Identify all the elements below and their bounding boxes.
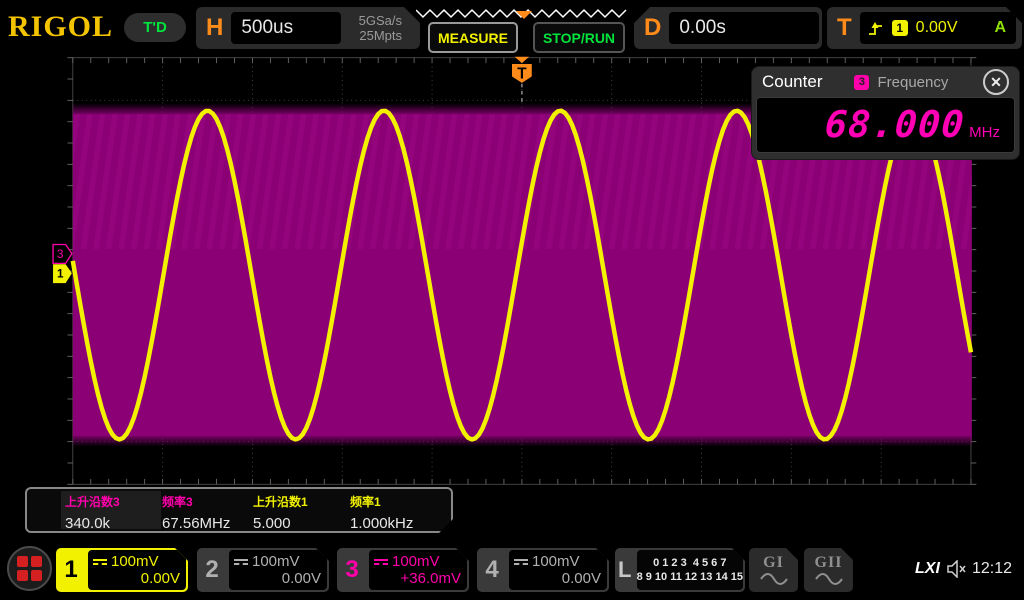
main-menu-button[interactable]	[7, 546, 52, 591]
sine-icon	[814, 572, 844, 586]
channel1-box[interactable]: 1 100mV 0.00V	[56, 548, 188, 592]
timebase-value: 500us	[231, 12, 341, 44]
delay-label: D	[634, 14, 669, 42]
logic-channel-list: 0 1 2 3 4 5 6 7 8 9 10 11 12 13 14 15	[637, 550, 743, 590]
measurement-item: 上升沿数3 340.0k	[65, 493, 160, 532]
memory-position-indicator[interactable]	[416, 2, 634, 22]
counter-source-badge: 3	[854, 75, 869, 90]
dc-coupling-icon	[234, 557, 248, 567]
channel3-number: 3	[337, 548, 367, 592]
trigger-sweep-mode: A	[994, 19, 1008, 37]
trigger-source-badge: 1	[892, 20, 908, 36]
channel3-position-marker[interactable]: 3	[53, 245, 72, 264]
measurement-item: 频率3 67.56MHz	[162, 493, 257, 532]
channel1-scale: 100mV	[111, 553, 159, 570]
counter-value: 68.000	[823, 98, 966, 152]
dc-coupling-icon	[514, 557, 528, 567]
trigger-label: T	[827, 14, 860, 42]
trigger-level-value: 0.00V	[916, 19, 987, 37]
generator2-button[interactable]: GII	[804, 548, 853, 592]
bottom-bar: 1 100mV 0.00V 2 100mV 0.00V 3 100mV +36.…	[0, 540, 1024, 600]
sine-icon	[759, 572, 789, 586]
svg-text:1: 1	[57, 268, 64, 281]
delay-panel[interactable]: D 0.00s	[634, 7, 822, 49]
measurement-item: 上升沿数1 5.000	[253, 493, 348, 532]
measurement-panel[interactable]: 上升沿数3 340.0k 频率3 67.56MHz 上升沿数1 5.000 频率…	[25, 487, 453, 533]
rising-edge-icon	[868, 21, 884, 36]
delay-value: 0.00s	[669, 12, 819, 44]
dc-coupling-icon	[374, 557, 388, 567]
svg-text:T: T	[517, 65, 527, 82]
counter-panel[interactable]: Counter 3 Frequency ✕ 68.000 MHz	[751, 66, 1020, 160]
trigger-position-marker[interactable]: T	[512, 57, 532, 106]
counter-readout: 68.000 MHz	[756, 97, 1015, 153]
lxi-logo: LXI	[915, 560, 940, 578]
channel3-scale: 100mV	[392, 553, 440, 570]
counter-unit: MHz	[969, 124, 1000, 141]
top-bar: RIGOL T'D H 500us 5GSa/s 25Mpts MEASURE …	[0, 0, 1024, 55]
logic-analyzer-box[interactable]: L 0 1 2 3 4 5 6 7 8 9 10 11 12 13 14 15	[615, 548, 745, 592]
counter-mode-label: Frequency	[877, 74, 983, 91]
generator1-button[interactable]: GI	[749, 548, 798, 592]
channel2-number: 2	[197, 548, 227, 592]
menu-grid-icon	[17, 556, 42, 581]
clock: 12:12	[972, 560, 1012, 578]
trigger-panel[interactable]: T 1 0.00V A	[827, 7, 1022, 49]
channel3-box[interactable]: 3 100mV +36.0mV	[337, 548, 469, 592]
counter-title: Counter	[762, 72, 822, 92]
channel1-number: 1	[56, 548, 86, 592]
speaker-muted-icon[interactable]	[946, 560, 968, 578]
logic-analyzer-label: L	[615, 548, 635, 592]
channel1-offset: 0.00V	[93, 570, 180, 587]
horizontal-label: H	[196, 14, 231, 42]
measure-button[interactable]: MEASURE	[428, 22, 518, 53]
dc-coupling-icon	[93, 557, 107, 567]
channel2-offset: 0.00V	[234, 570, 321, 587]
channel2-scale: 100mV	[252, 553, 300, 570]
channel4-scale: 100mV	[532, 553, 580, 570]
svg-text:3: 3	[57, 248, 63, 261]
channel4-offset: 0.00V	[514, 570, 601, 587]
measurement-item: 频率1 1.000kHz	[350, 493, 445, 532]
stop-run-button[interactable]: STOP/RUN	[533, 22, 625, 53]
acquisition-rates: 5GSa/s 25Mpts	[341, 13, 420, 43]
channel4-number: 4	[477, 548, 507, 592]
channel3-offset: +36.0mV	[374, 570, 461, 587]
trigger-status-badge: T'D	[124, 13, 186, 42]
horizontal-panel[interactable]: H 500us 5GSa/s 25Mpts	[196, 7, 420, 49]
close-icon[interactable]: ✕	[983, 69, 1009, 95]
channel4-box[interactable]: 4 100mV 0.00V	[477, 548, 609, 592]
channel1-position-marker[interactable]: 1	[53, 264, 72, 283]
channel2-box[interactable]: 2 100mV 0.00V	[197, 548, 329, 592]
rigol-logo: RIGOL	[8, 10, 113, 44]
